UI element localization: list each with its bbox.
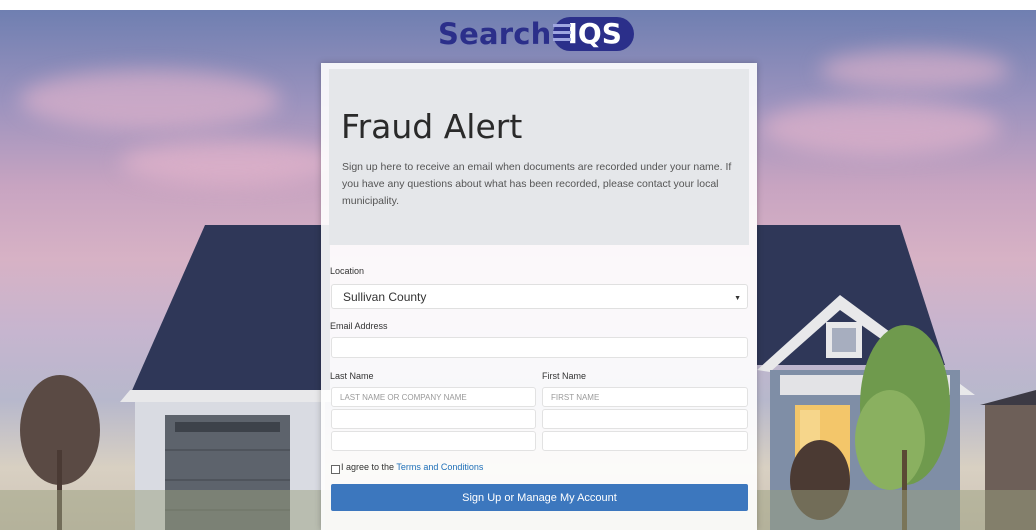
last-name-input-2[interactable] bbox=[331, 409, 536, 429]
agree-text: I agree to the Terms and Conditions bbox=[341, 462, 483, 472]
email-field[interactable] bbox=[331, 337, 748, 358]
first-name-label: First Name bbox=[542, 371, 587, 381]
email-label: Email Address bbox=[330, 321, 388, 331]
sign-up-button[interactable]: Sign Up or Manage My Account bbox=[331, 484, 748, 511]
logo-badge: IQS bbox=[553, 17, 634, 51]
dropdown-caret-icon: ▼ bbox=[734, 295, 741, 302]
logo-badge-text: IQS bbox=[567, 17, 622, 50]
terms-link[interactable]: Terms and Conditions bbox=[396, 462, 483, 472]
first-name-input-2[interactable] bbox=[542, 409, 748, 429]
logo-text: Search bbox=[438, 17, 552, 51]
location-value: Sullivan County bbox=[343, 289, 427, 304]
fraud-alert-card: Fraud Alert Sign up here to receive an e… bbox=[321, 63, 757, 530]
location-select[interactable]: Sullivan County ▼ bbox=[331, 284, 748, 309]
first-name-input[interactable]: FIRST NAME bbox=[542, 387, 748, 407]
location-label: Location bbox=[330, 266, 365, 276]
search-iqs-logo: Search IQS bbox=[438, 14, 634, 54]
card-header: Fraud Alert Sign up here to receive an e… bbox=[329, 69, 749, 245]
card-description: Sign up here to receive an email when do… bbox=[342, 161, 732, 207]
last-name-label: Last Name bbox=[330, 371, 374, 381]
last-name-input[interactable]: LAST NAME OR COMPANY NAME bbox=[331, 387, 536, 407]
agree-checkbox[interactable] bbox=[331, 465, 340, 474]
first-name-input-3[interactable] bbox=[542, 431, 748, 451]
page-title: Fraud Alert bbox=[341, 107, 523, 146]
last-name-input-3[interactable] bbox=[331, 431, 536, 451]
agree-prefix: I agree to the bbox=[341, 462, 395, 472]
